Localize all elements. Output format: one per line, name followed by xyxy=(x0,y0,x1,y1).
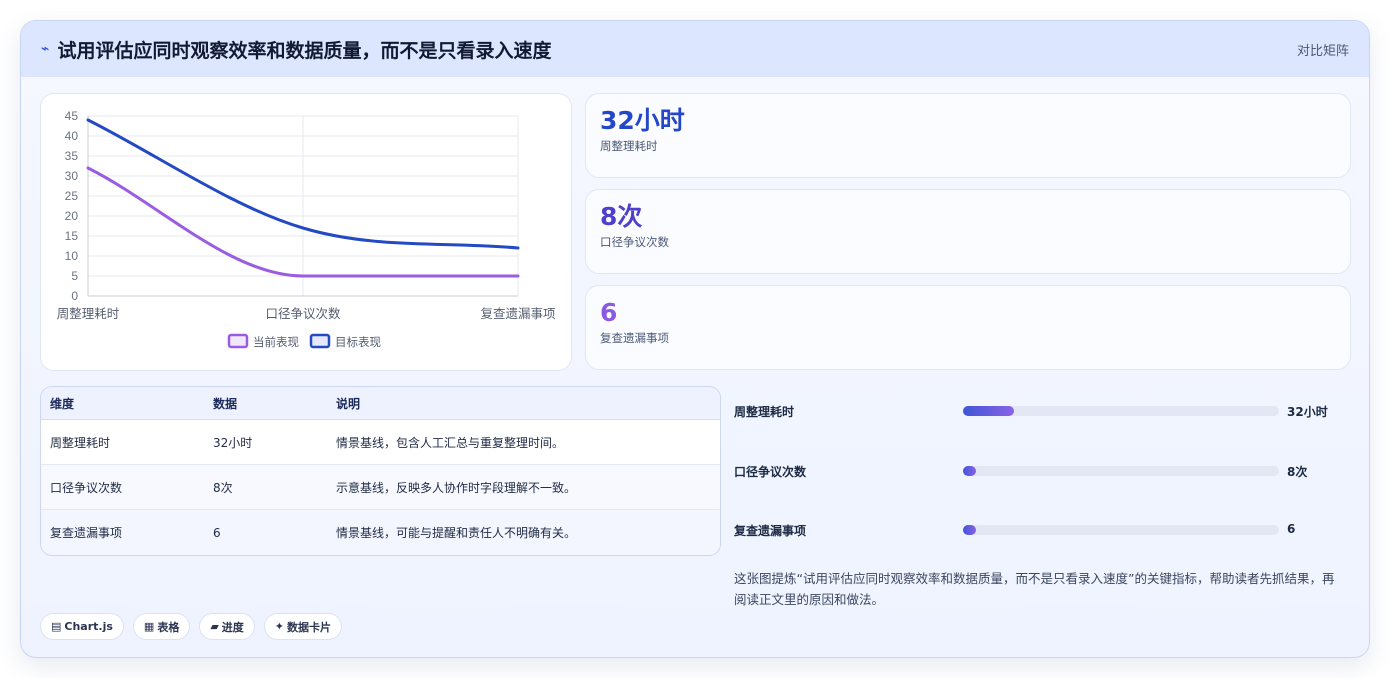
chip-data-cards[interactable]: ✦ 数据卡片 xyxy=(263,613,343,640)
chip-table[interactable]: ▦ 表格 xyxy=(132,613,191,640)
table-header-row: 维度 数据 说明 xyxy=(41,387,720,420)
table-row: 口径争议次数 8次 示意基线，反映多人协作时字段理解不一致。 xyxy=(41,465,720,510)
lightning-icon: ⌁ xyxy=(41,41,50,57)
stat-label: 周整理耗时 xyxy=(600,139,658,153)
x-tick-label: 口径争议次数 xyxy=(265,306,341,321)
progress-track xyxy=(963,525,1279,535)
table-row: 周整理耗时 32小时 情景基线，包含人工汇总与重复整理时间。 xyxy=(41,420,720,465)
sparkle-icon: ✦ xyxy=(274,620,285,633)
chip-progress[interactable]: ▰ 进度 xyxy=(199,613,255,640)
x-tick-label: 周整理耗时 xyxy=(57,306,120,321)
stat-label: 口径争议次数 xyxy=(600,235,669,249)
legend-swatch xyxy=(309,333,331,349)
table-cell: 32小时 xyxy=(213,435,253,450)
chip-label: 进度 xyxy=(221,620,244,634)
progress-label: 口径争议次数 xyxy=(734,465,807,479)
progress-icon: ▰ xyxy=(210,620,219,633)
y-tick-label: 20 xyxy=(65,209,79,223)
summary-text: 这张图提炼“试用评估应同时观察效率和数据质量，而不是只看录入速度”的关键指标，帮… xyxy=(734,571,1335,607)
y-tick-label: 45 xyxy=(65,109,79,123)
y-tick-label: 0 xyxy=(71,289,78,303)
progress-fill xyxy=(963,525,976,535)
progress-value: 32小时 xyxy=(1287,405,1328,419)
card-title: 试用评估应同时观察效率和数据质量，而不是只看录入速度 xyxy=(57,39,552,62)
progress-fill xyxy=(963,466,976,476)
data-table: 维度 数据 说明 周整理耗时 32小时 情景基线，包含人工汇总与重复整理时间。 … xyxy=(40,386,721,556)
chip-label: 表格 xyxy=(157,620,180,634)
stat-label: 复查遗漏事项 xyxy=(600,331,669,345)
y-tick-label: 10 xyxy=(65,249,79,263)
table-cell: 口径争议次数 xyxy=(50,480,123,495)
stat-card-missed-items: 6 复查遗漏事项 xyxy=(585,285,1351,370)
progress-value: 6 xyxy=(1287,522,1296,536)
chip-label: 数据卡片 xyxy=(287,620,332,634)
y-tick-label: 35 xyxy=(65,149,79,163)
column-header: 数据 xyxy=(213,396,238,411)
progress-track xyxy=(963,466,1279,476)
view-label: 对比矩阵 xyxy=(1296,43,1349,59)
table-cell: 示意基线，反映多人协作时字段理解不一致。 xyxy=(336,480,577,495)
table-cell: 8次 xyxy=(213,480,233,495)
progress-value: 8次 xyxy=(1287,465,1308,479)
table-row: 复查遗漏事项 6 情景基线，可能与提醒和责任人不明确有关。 xyxy=(41,510,720,555)
y-tick-label: 15 xyxy=(65,229,79,243)
chip-chartjs[interactable]: ▤ Chart.js xyxy=(40,613,124,640)
chart-icon: ▤ xyxy=(51,620,62,633)
progress-fill xyxy=(963,406,1014,416)
table-icon: ▦ xyxy=(143,620,155,633)
stat-value: 8次 xyxy=(600,202,643,231)
table-cell: 复查遗漏事项 xyxy=(50,526,123,540)
y-tick-label: 5 xyxy=(71,269,78,283)
progress-track xyxy=(963,406,1279,416)
line-chart: 0 5 10 15 20 25 30 35 40 45 周整理耗时 口径争议次数 复查遗漏事项当前表现 目… xyxy=(57,109,556,349)
y-tick-label: 40 xyxy=(65,129,79,143)
progress-label: 复查遗漏事项 xyxy=(734,524,807,538)
progress-row: 口径争议次数 8次 xyxy=(734,461,1354,481)
stat-card-disputes: 8次 口径争议次数 xyxy=(585,189,1351,274)
progress-label: 周整理耗时 xyxy=(734,405,795,419)
progress-row: 复查遗漏事项 6 xyxy=(734,520,1354,540)
table-cell: 6 xyxy=(213,525,221,540)
x-tick-label: 复查遗漏事项 xyxy=(480,306,555,321)
stat-value: 32小时 xyxy=(600,106,685,135)
chip-label: Chart.js xyxy=(64,620,113,633)
y-tick-label: 25 xyxy=(65,189,79,203)
line-chart-panel: 0 5 10 15 20 25 30 35 40 45 周整理耗时 口径争议次数 复查遗漏事项当前表现 目… xyxy=(40,93,572,371)
progress-row: 周整理耗时 32小时 xyxy=(734,401,1354,421)
column-header: 维度 xyxy=(50,396,75,411)
stat-card-weekly-hours: 32小时 周整理耗时 xyxy=(585,93,1351,178)
legend-label: 当前表现 xyxy=(253,335,299,349)
legend-label: 目标表现 xyxy=(335,335,381,349)
table-cell: 情景基线，包含人工汇总与重复整理时间。 xyxy=(336,435,565,450)
stat-value: 6 xyxy=(600,298,618,327)
card-header: ⌁ 试用评估应同时观察效率和数据质量，而不是只看录入速度 对比矩阵 xyxy=(21,21,1369,77)
legend-swatch xyxy=(227,333,249,349)
feature-chips: ▤ Chart.js ▦ 表格 ▰ 进度 ✦ 数据卡片 xyxy=(40,613,343,640)
column-header: 说明 xyxy=(336,396,361,411)
table-cell: 周整理耗时 xyxy=(50,435,111,450)
table-cell: 情景基线，可能与提醒和责任人不明确有关。 xyxy=(336,526,577,540)
comparison-card: ⌁ 试用评估应同时观察效率和数据质量，而不是只看录入速度 对比矩阵 0 5 10 15… xyxy=(20,20,1370,658)
y-tick-label: 30 xyxy=(65,169,79,183)
